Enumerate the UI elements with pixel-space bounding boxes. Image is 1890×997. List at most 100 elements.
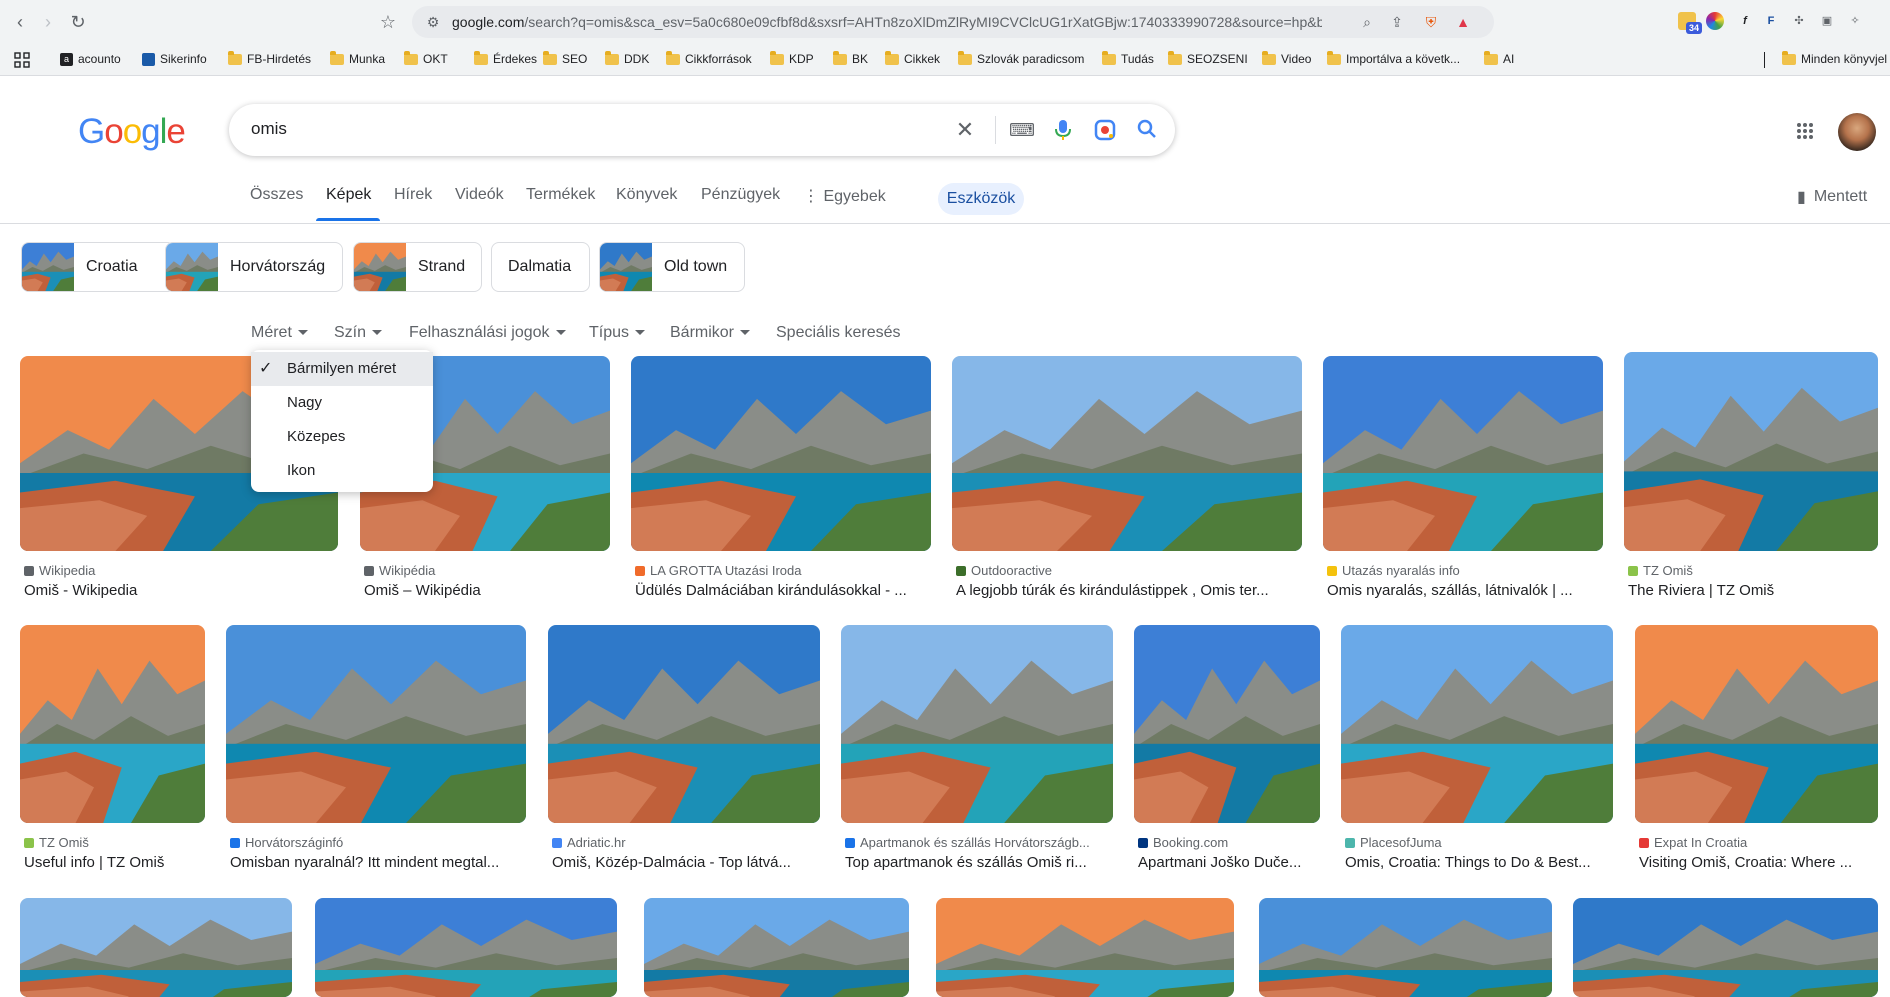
image-result[interactable]: Expat In Croatia Visiting Omiš, Croatia: … [1635, 625, 1878, 893]
result-image[interactable] [1624, 352, 1878, 551]
result-source[interactable]: Utazás nyaralás info [1327, 563, 1460, 578]
bookmark-item[interactable]: Munka [330, 50, 385, 66]
chip-1[interactable]: Horvátország [165, 242, 343, 292]
url-text[interactable]: google.com/search?q=omis&sca_esv=5a0c680… [452, 14, 1322, 30]
filter-2[interactable]: Felhasználási jogok [409, 324, 566, 342]
chip-2[interactable]: Strand [353, 242, 482, 292]
result-source[interactable]: Booking.com [1138, 835, 1228, 850]
tools-button[interactable]: Eszközök [938, 183, 1024, 215]
image-result[interactable]: Booking.com Apartmani Joško Duče... [1134, 625, 1320, 893]
sidebar-icon[interactable]: ▣ [1818, 12, 1836, 30]
result-image[interactable] [1573, 898, 1878, 997]
bookmark-item[interactable]: BK [833, 50, 868, 66]
image-result[interactable]: Apartmanok és szállás Horvátországb... To… [841, 625, 1113, 893]
result-title[interactable]: A legjobb túrák és kirándulástippek , Om… [956, 582, 1300, 599]
size-option-3[interactable]: Ikon [251, 454, 433, 488]
image-result[interactable]: Utazás nyaralás info Omis nyaralás, száll… [1323, 356, 1603, 621]
result-image[interactable] [936, 898, 1234, 997]
result-source[interactable]: Wikipedia [24, 563, 95, 578]
result-title[interactable]: Omis, Croatia: Things to Do & Best... [1345, 854, 1611, 871]
extensions-puzzle-icon[interactable]: ✣ [1790, 12, 1808, 30]
result-source[interactable]: Horvátországinfó [230, 835, 343, 850]
search-input[interactable]: omis [251, 119, 287, 139]
result-title[interactable]: Apartmani Joško Duče... [1138, 854, 1318, 871]
mic-icon[interactable] [1051, 118, 1075, 142]
address-bar[interactable]: ⚙ google.com/search?q=omis&sca_esv=5a0c6… [412, 6, 1494, 38]
result-image[interactable] [644, 898, 909, 997]
result-source[interactable]: LA GROTTA Utazási Iroda [635, 563, 801, 578]
reload-icon[interactable]: ↻ [68, 10, 88, 34]
bookmark-item[interactable]: DDK [605, 50, 649, 66]
filter-1[interactable]: Szín [334, 324, 383, 342]
search-icon[interactable] [1135, 118, 1159, 142]
chip-4[interactable]: Old town [599, 242, 745, 292]
image-result[interactable]: PlacesofJuma Omis, Croatia: Things to Do … [1341, 625, 1613, 893]
zoom-icon[interactable]: ⌕ [1358, 13, 1376, 31]
result-image[interactable] [1323, 356, 1603, 551]
result-title[interactable]: Useful info | TZ Omiš [24, 854, 203, 871]
result-image[interactable] [631, 356, 931, 551]
site-info-icon[interactable]: ⚙ [424, 13, 442, 31]
image-result[interactable]: Outdooractive A legjobb túrák és kirándul… [952, 356, 1302, 621]
result-source[interactable]: Apartmanok és szállás Horvátországb... [845, 835, 1090, 850]
bookmark-item[interactable]: Cikkforrások [666, 50, 752, 66]
result-title[interactable]: The Riviera | TZ Omiš [1628, 582, 1876, 599]
result-image[interactable] [315, 898, 617, 997]
search-box[interactable]: omis ✕ ⌨ [229, 104, 1175, 156]
result-source[interactable]: Adriatic.hr [552, 835, 626, 850]
bookmark-item[interactable]: Sikerinfo [142, 52, 207, 66]
result-source[interactable]: TZ Omiš [24, 835, 89, 850]
result-image[interactable] [20, 625, 205, 823]
result-title[interactable]: Omiš - Wikipedia [24, 582, 336, 599]
result-title[interactable]: Üdülés Dalmáciában kirándulásokkal - ... [635, 582, 929, 599]
result-title[interactable]: Omis nyaralás, szállás, látnivalók | ... [1327, 582, 1601, 599]
image-result[interactable]: Horvátországinfó Omisban nyaralnál? Itt m… [226, 625, 526, 893]
result-source[interactable]: TZ Omiš [1628, 563, 1693, 578]
brave-rewards-icon[interactable]: ▲ [1454, 13, 1472, 31]
filter-4[interactable]: Bármikor [670, 324, 751, 342]
result-image[interactable] [20, 898, 292, 997]
bookmark-item[interactable]: Szlovák paradicsom [958, 50, 1084, 66]
tab-6[interactable]: Pénzügyek [701, 186, 780, 204]
tab-4[interactable]: Termékek [526, 186, 595, 204]
bookmark-item[interactable]: a acounto [60, 52, 121, 66]
filter-3[interactable]: Típus [589, 324, 646, 342]
favorites-icon[interactable]: ✧ [1846, 12, 1864, 30]
bookmark-item[interactable]: Minden könyvjel [1782, 50, 1887, 66]
result-title[interactable]: Visiting Omiš, Croatia: Where ... [1639, 854, 1876, 871]
bookmark-item[interactable]: Importálva a követk... [1327, 50, 1460, 66]
bookmark-item[interactable]: Érdekes [474, 50, 537, 66]
tab-7[interactable]: ⋮ Egyebek [803, 186, 886, 206]
result-image[interactable] [226, 625, 526, 823]
clear-icon[interactable]: ✕ [953, 118, 977, 142]
result-source[interactable]: Expat In Croatia [1639, 835, 1747, 850]
result-image[interactable] [1134, 625, 1320, 823]
result-image[interactable] [952, 356, 1302, 551]
image-result[interactable]: Adriatic.hr Omiš, Közép-Dalmácia - Top lá… [548, 625, 820, 893]
bookmark-item[interactable]: Tudás [1102, 50, 1154, 66]
chip-3[interactable]: Dalmatia [491, 242, 590, 292]
bookmark-apps-icon[interactable] [14, 52, 30, 68]
size-option-0[interactable]: ✓ Bármilyen méret [251, 352, 433, 386]
size-option-1[interactable]: Nagy [251, 386, 433, 420]
google-logo[interactable]: Google [78, 112, 186, 152]
bookmark-item[interactable]: SEO [543, 50, 587, 66]
filter-5[interactable]: Speciális keresés [776, 324, 901, 342]
lens-icon[interactable] [1093, 118, 1117, 142]
image-result[interactable]: LA GROTTA Utazási Iroda Üdülés Dalmáciába… [631, 356, 931, 621]
result-image[interactable] [548, 625, 820, 823]
bookmark-item[interactable]: SEOZSENI [1168, 50, 1248, 66]
result-title[interactable]: Top apartmanok és szállás Omiš ri... [845, 854, 1111, 871]
bookmark-item[interactable]: KDP [770, 50, 814, 66]
bookmark-item[interactable]: OKT [404, 50, 448, 66]
back-icon[interactable]: ‹ [10, 10, 30, 34]
filter-0[interactable]: Méret [251, 324, 308, 342]
result-source[interactable]: PlacesofJuma [1345, 835, 1442, 850]
bookmark-item[interactable]: FB-Hirdetés [228, 50, 311, 66]
result-title[interactable]: Omisban nyaralnál? Itt mindent megtal... [230, 854, 524, 871]
tab-5[interactable]: Könyvek [616, 186, 677, 204]
avatar[interactable] [1838, 113, 1876, 151]
saved-button[interactable]: ▮ Mentett [1797, 187, 1867, 207]
brave-shield-icon[interactable]: ⛨ [1422, 13, 1440, 31]
bookmark-item[interactable]: AI [1484, 50, 1514, 66]
